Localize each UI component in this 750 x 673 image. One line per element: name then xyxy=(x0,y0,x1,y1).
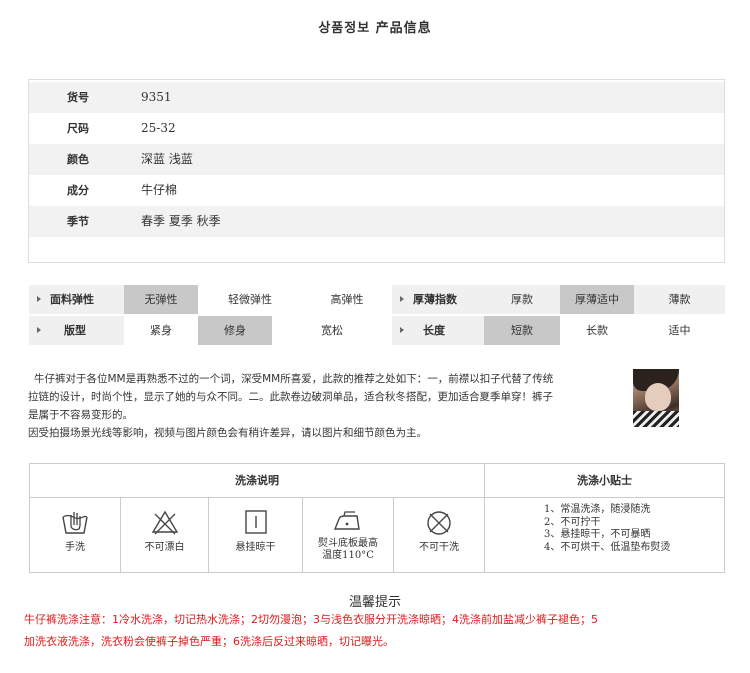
info-label: 成分 xyxy=(67,184,89,197)
attr-option-selected: 修身 xyxy=(198,316,272,345)
attr-option: 轻微弹性 xyxy=(228,293,272,306)
iron-label-line: 熨斗底板最高 xyxy=(318,538,378,549)
washing-instructions-table: 洗涤说明 洗涤小贴士 手洗 不可漂白 悬挂晾干 熨斗底板最高 温度110°C 不… xyxy=(29,463,725,573)
attr-option: 高弹性 xyxy=(330,293,364,306)
info-label: 季节 xyxy=(67,215,89,228)
wash-tip: 1、常温洗涤，随浸随洗 xyxy=(544,504,651,515)
attr-option: 薄款 xyxy=(634,285,725,314)
info-row-material: 成分 牛仔棉 xyxy=(29,175,724,206)
wash-item-label: 熨斗底板最高 温度110°C xyxy=(303,538,393,562)
attr-option: 厚款 xyxy=(484,285,560,314)
attr-option-selected: 厚薄适中 xyxy=(560,285,634,314)
attribute-row-fit: 版型 紧身 修身 宽松 长度 短款 长款 适中 xyxy=(29,316,725,345)
wash-item-hand-wash: 手洗 xyxy=(30,498,120,573)
product-info-table: 货号 9351 尺码 25-32 颜色 深蓝 浅蓝 成分 牛仔棉 季节 春季 夏… xyxy=(28,79,725,263)
info-label: 颜色 xyxy=(67,153,89,166)
wash-item-label: 不可干洗 xyxy=(419,542,459,553)
description-line: 拉链的设计，时尚个性，显示了她的与众不同。二。此款卷边破洞单品，适合秋冬搭配，更… xyxy=(28,391,553,403)
no-bleach-icon xyxy=(151,510,178,535)
triangle-icon xyxy=(37,296,41,302)
wash-item-no-bleach: 不可漂白 xyxy=(121,498,208,573)
attr-label-length: 长度 xyxy=(392,316,484,345)
attr-option-selected: 无弹性 xyxy=(124,285,198,314)
line-dry-icon xyxy=(244,510,267,534)
wash-item-label: 不可漂白 xyxy=(144,542,185,553)
info-row-item-number: 货号 9351 xyxy=(29,82,724,113)
triangle-icon xyxy=(400,296,404,302)
wash-item-label: 手洗 xyxy=(65,542,85,553)
triangle-icon xyxy=(400,327,404,333)
attr-label-fit: 版型 xyxy=(29,316,124,345)
attr-option: 紧身 xyxy=(150,324,172,337)
wash-header-instructions: 洗涤说明 xyxy=(235,474,279,487)
info-row-season: 季节 春季 夏季 秋季 xyxy=(29,206,724,237)
wash-item-line-dry: 悬挂晾干 xyxy=(209,498,302,573)
reminder-line: 加洗衣液洗涤，洗衣粉会使裤子掉色严重；6洗涤后反过来晾晒，切记曝光。 xyxy=(24,635,394,648)
info-value: 25-32 xyxy=(141,121,176,135)
attr-label-elasticity: 面料弹性 xyxy=(29,285,124,314)
wash-item-label: 悬挂晾干 xyxy=(235,542,276,553)
info-value: 春季 夏季 秋季 xyxy=(141,214,221,228)
no-dry-clean-icon xyxy=(427,511,451,535)
attr-option: 宽松 xyxy=(321,324,343,337)
wash-header-tips: 洗涤小贴士 xyxy=(577,474,632,487)
attr-option: 长款 xyxy=(586,324,608,337)
reminder-line: 牛仔裤洗涤注意：1冷水洗涤，切记热水洗涤；2切勿漫泡；3与浅色衣服分开洗涤晾晒；… xyxy=(24,613,598,626)
model-avatar xyxy=(633,369,679,427)
attr-label-thickness: 厚薄指数 xyxy=(392,285,484,314)
info-value: 牛仔棉 xyxy=(141,183,178,197)
wash-item-iron: 熨斗底板最高 温度110°C xyxy=(303,498,393,573)
wash-tip: 3、悬挂晾干，不可暴晒 xyxy=(544,529,651,540)
description-line: 牛仔裤对于各位MM是再熟悉不过的一个词，深受MM所喜爱，此款的推荐之处如下：一，… xyxy=(34,373,554,385)
attribute-row-elasticity: 面料弹性 无弹性 轻微弹性 高弹性 厚薄指数 厚款 厚薄适中 薄款 xyxy=(29,285,725,314)
description-line: 因受拍摄场景光线等影响，视频与图片颜色会有稍许差异，请以图片和细节颜色为主。 xyxy=(28,427,427,439)
description-line: 是属于不容易变形的。 xyxy=(28,409,133,421)
reminder-text: 牛仔裤洗涤注意：1冷水洗涤，切记热水洗涤；2切勿漫泡；3与浅色衣服分开洗涤晾晒；… xyxy=(24,609,724,653)
product-description: 牛仔裤对于各位MM是再熟悉不过的一个词，深受MM所喜爱，此款的推荐之处如下：一，… xyxy=(28,370,608,442)
wash-tips-list: 1、常温洗涤，随浸随洗 2、不可拧干 3、悬挂晾干，不可暴晒 4、不可烘干、低温… xyxy=(514,504,724,554)
info-value: 深蓝 浅蓝 xyxy=(141,152,193,166)
wash-tip: 2、不可拧干 xyxy=(544,516,601,528)
info-label: 货号 xyxy=(67,91,89,104)
hand-wash-icon xyxy=(62,512,88,534)
info-value: 9351 xyxy=(141,90,172,104)
iron-icon xyxy=(333,511,360,530)
triangle-icon xyxy=(37,327,41,333)
reminder-title: 温馨提示 xyxy=(348,595,401,610)
page-title: 상품정보 产品信息 xyxy=(318,21,432,36)
attr-option: 适中 xyxy=(668,324,691,337)
iron-label-line: 温度110°C xyxy=(322,550,374,561)
info-row-color: 颜色 深蓝 浅蓝 xyxy=(29,144,724,175)
info-row-size: 尺码 25-32 xyxy=(29,113,724,144)
wash-item-no-dry-clean: 不可干洗 xyxy=(394,498,484,573)
info-label: 尺码 xyxy=(67,122,89,135)
attr-option-selected: 短款 xyxy=(484,316,560,345)
wash-tip: 4、不可烘干、低温垫布熨烫 xyxy=(544,541,671,553)
